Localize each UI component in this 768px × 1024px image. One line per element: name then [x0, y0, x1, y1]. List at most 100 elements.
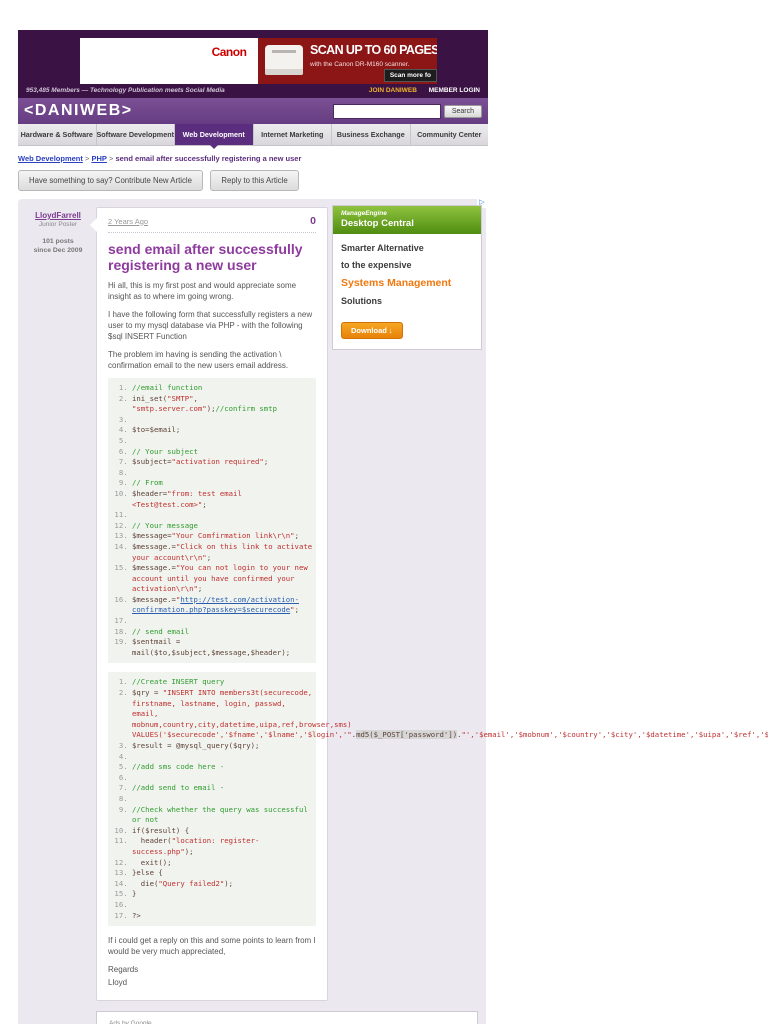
code-line: $message.="http://test.com/activation-co…	[132, 595, 314, 616]
code-token: $message.=	[132, 594, 176, 604]
nav-tab-internet-marketing[interactable]: Internet Marketing	[254, 124, 332, 145]
dotted-divider	[108, 232, 316, 233]
code-token: // Your message	[132, 520, 198, 530]
code-line: ?>	[132, 911, 314, 922]
manageengine-ad[interactable]: ManageEngine Desktop Central Smarter Alt…	[332, 205, 482, 350]
code-token: $message=	[132, 531, 172, 541]
code-block-insert-query: //Create INSERT query$qry = "INSERT INTO…	[108, 672, 768, 927]
contribute-article-button[interactable]: Have something to say? Contribute New Ar…	[18, 170, 203, 191]
post-1-author-column: LloydFarrell Junior Poster 101 posts sin…	[24, 207, 92, 255]
breadcrumb-current-page: send email after successfully registerin…	[115, 154, 302, 163]
ad-text-line: Systems Management	[341, 277, 452, 289]
members-tagline: 953,485 Members — Technology Publication…	[26, 87, 225, 94]
scanner-image	[265, 45, 303, 75]
breadcrumb-web-development-link[interactable]: Web Development	[18, 154, 83, 163]
banner-scan-more-button[interactable]: Scan more fo	[383, 69, 437, 82]
code-token: $header=	[132, 488, 168, 498]
code-line: $to=$email;	[132, 425, 314, 436]
breadcrumb-php-link[interactable]: PHP	[91, 154, 106, 163]
search-button[interactable]: Search	[443, 104, 482, 118]
reply-to-article-button[interactable]: Reply to this Article	[210, 170, 299, 191]
code-token: exit();	[132, 857, 172, 867]
page: Canon SCAN UP TO 60 PAGES/MINUTE with th…	[0, 0, 768, 1024]
author-link[interactable]: LloydFarrell	[24, 211, 92, 220]
banner-right-panel: SCAN UP TO 60 PAGES/MINUTE with the Cano…	[258, 38, 437, 84]
code-line	[132, 900, 314, 911]
code-token: ;	[197, 584, 203, 594]
code-token: "Query failed2"	[158, 878, 225, 888]
nav-tab-software-development[interactable]: Software Development	[97, 124, 175, 145]
member-login-link[interactable]: MEMBER LOGIN	[429, 87, 480, 94]
code-token: );	[184, 846, 194, 856]
code-line: //email function	[132, 383, 314, 394]
vote-count: 0	[310, 215, 316, 227]
code-line	[132, 415, 314, 426]
code-line: $sentmail = mail($to,$subject,$message,$…	[132, 637, 314, 658]
post-paragraph: Hi all, this is my first post and would …	[108, 281, 297, 301]
code-token: if($result) {	[132, 825, 190, 835]
code-line: // From	[132, 478, 314, 489]
nav-tab-web-development[interactable]: Web Development	[175, 124, 254, 149]
code-token: ?>	[132, 910, 141, 920]
thread-area: ▷ ManageEngine Desktop Central Smarter A…	[18, 198, 768, 1024]
code-token: "smtp.server.com"	[132, 404, 207, 414]
code-line: if($result) {	[132, 826, 314, 837]
topbar-links: JOIN DANIWEB MEMBER LOGIN	[359, 87, 480, 94]
code-token: //add send to email -	[132, 783, 225, 793]
post-header: 2 Years Ago 0	[108, 215, 316, 227]
download-button[interactable]: Download ↓	[341, 322, 403, 339]
code-line	[132, 436, 314, 447]
canon-logo: Canon	[211, 45, 247, 59]
code-token: }else {	[132, 868, 163, 878]
nav-tab-business-exchange[interactable]: Business Exchange	[332, 124, 411, 145]
post-paragraph: The problem im having is sending the act…	[108, 350, 289, 370]
code-token: }	[132, 889, 137, 899]
code-line	[132, 510, 314, 521]
code-token: ini_set(	[132, 393, 168, 403]
header-banner-strip: Canon SCAN UP TO 60 PAGES/MINUTE with th…	[18, 30, 488, 98]
banner-headline: SCAN UP TO 60 PAGES/MINUTE	[310, 43, 437, 57]
ad-text-line: Solutions	[341, 296, 382, 306]
code-token: "activation required"	[171, 457, 264, 467]
code-line: $result = @mysql_query($qry);	[132, 741, 314, 752]
code-line	[132, 616, 314, 627]
code-line: $message.="You can not login to your new…	[132, 563, 314, 595]
code-token: "Your Comfirmation link\r\n"	[171, 531, 295, 541]
join-daniweb-link[interactable]: JOIN DANIWEB	[369, 87, 417, 94]
code-token: ;	[206, 552, 212, 562]
code-token: // From	[132, 478, 163, 488]
code-line: $message="Your Comfirmation link\r\n";	[132, 531, 314, 542]
code-token: //Create INSERT query	[132, 677, 225, 687]
post-paragraph: I have the following form that successfu…	[108, 310, 313, 341]
google-ad-box: Ads by Google $2 Domain Names Best Value…	[96, 1011, 478, 1024]
code-line: ini_set("SMTP", "smtp.server.com");//con…	[132, 394, 314, 415]
canon-ad-banner[interactable]: Canon SCAN UP TO 60 PAGES/MINUTE with th…	[80, 38, 437, 84]
search-area: Search	[332, 103, 482, 119]
nav-tab-community-center[interactable]: Community Center	[411, 124, 489, 145]
code-token: ;	[202, 499, 207, 509]
nav-tab-hardware-software[interactable]: Hardware & Software	[18, 124, 97, 145]
code-line: header("location: register-success.php")…	[132, 836, 314, 857]
code-line: $qry = "INSERT INTO members3t(securecode…	[132, 688, 768, 741]
code-line	[132, 468, 314, 479]
code-token: $message.=	[132, 563, 176, 573]
code-token: // Your subject	[132, 446, 198, 456]
topbar: 953,485 Members — Technology Publication…	[18, 84, 488, 98]
ad-text-line: to the expensive	[341, 260, 412, 270]
code-line: //Check whether the query was successful…	[132, 805, 314, 826]
post-timestamp-link[interactable]: 2 Years Ago	[108, 217, 148, 226]
code-token: //email function	[132, 383, 203, 392]
canon-logo-box: Canon	[200, 38, 258, 84]
daniweb-logo[interactable]: <DANIWEB>	[24, 102, 133, 120]
code-line: }else {	[132, 868, 314, 879]
ads-by-google-label: Ads by Google	[109, 1020, 152, 1024]
logo-band: <DANIWEB> Search	[18, 98, 488, 124]
code-block-email-function: //email function ini_set("SMTP", "smtp.se…	[108, 378, 316, 664]
code-token: $qry =	[132, 688, 163, 698]
code-line: die("Query failed2");	[132, 879, 314, 890]
search-input[interactable]	[332, 103, 441, 119]
code-token: "INSERT INTO members3t(securecode, first…	[132, 688, 357, 740]
breadcrumb: Web Development > PHP > send email after…	[18, 146, 488, 168]
code-token: ,	[193, 393, 203, 403]
code-token: die(	[132, 878, 159, 888]
